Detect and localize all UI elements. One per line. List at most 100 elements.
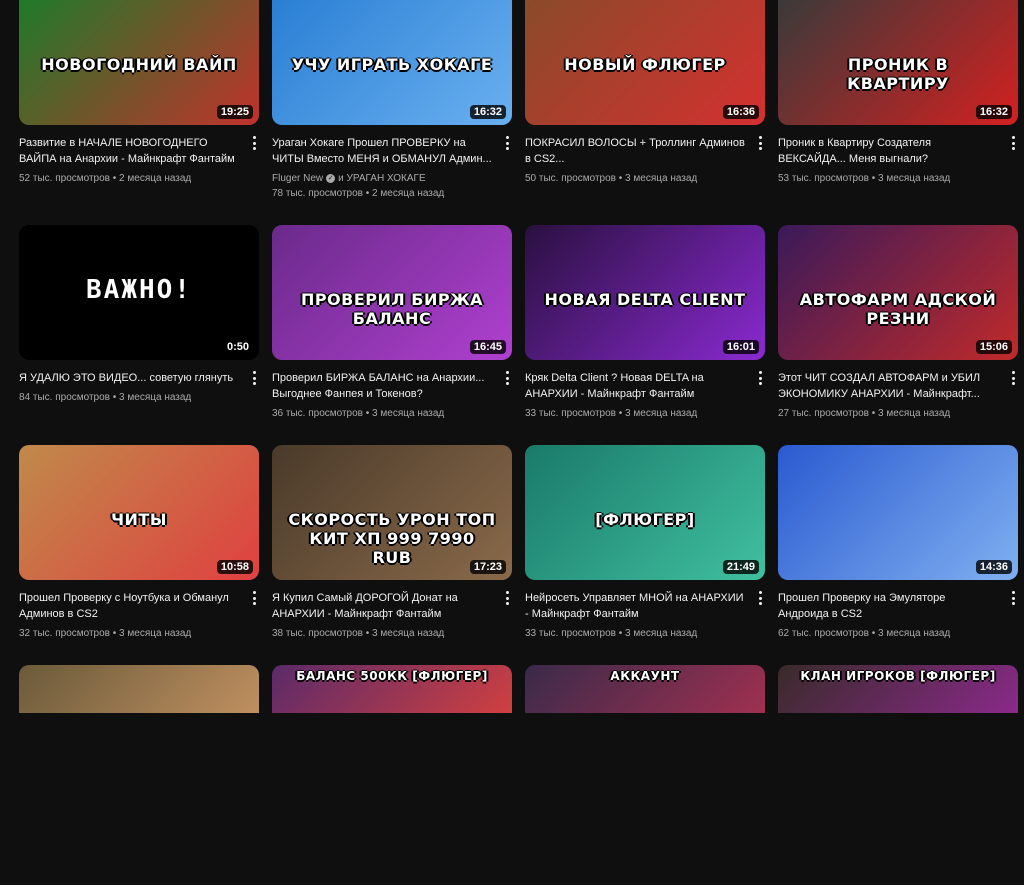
video-card[interactable]: НОВОГОДНИЙ ВАЙП 19:25 Развитие в НАЧАЛЕ НО…	[19, 0, 259, 220]
more-actions-icon[interactable]	[1008, 370, 1018, 386]
video-stats: 52 тыс. просмотров • 2 месяца назад	[19, 173, 192, 184]
video-stats: 62 тыс. просмотров • 3 месяца назад	[778, 628, 951, 639]
video-thumbnail[interactable]: ПРОВЕРИЛ БИРЖА БАЛАНС 16:45	[272, 225, 512, 360]
video-thumbnail[interactable]: УЧУ ИГРАТЬ ХОКАГЕ 16:32	[272, 0, 512, 125]
video-duration: 17:23	[469, 560, 506, 574]
video-card[interactable]: 14:36 Прошел Проверку на Эмуляторе Андрои…	[778, 445, 1018, 665]
thumbnail-overlay-text: ЧИТЫ	[111, 510, 167, 529]
video-card[interactable]: СКОРОСТЬ УРОН ТОП КИТ ХП 999 7990 RUB 17:…	[272, 445, 512, 665]
video-duration: 16:36	[722, 105, 759, 119]
video-stats: 32 тыс. просмотров • 3 месяца назад	[19, 628, 192, 639]
video-card[interactable]: [ФЛЮГЕР] 21:49 Нейросеть Управляет МНОЙ на…	[525, 445, 765, 665]
video-title[interactable]: Развитие в НАЧАЛЕ НОВОГОДНЕГО ВАЙПА на А…	[19, 135, 239, 167]
kebab-dot	[1011, 376, 1015, 380]
video-card[interactable]: ЧИТЫ 10:58 Прошел Проверку с Ноутбука и Об…	[19, 445, 259, 665]
video-duration: 16:32	[975, 105, 1012, 119]
kebab-dot	[505, 371, 509, 374]
video-thumbnail[interactable]: АВТОФАРМ АДСКОЙ РЕЗНИ 15:06	[778, 225, 1018, 360]
video-card[interactable]: КЛАН ИГРОКОВ [ФЛЮГЕР]	[778, 665, 1018, 885]
video-thumbnail[interactable]: АККАУНТ	[525, 665, 765, 713]
video-title[interactable]: Проверил БИРЖА БАЛАНС на Анархии... Выго…	[272, 370, 492, 402]
kebab-dot	[505, 596, 509, 600]
video-title[interactable]: Ураган Хокаге Прошел ПРОВЕРКУ на ЧИТЫ Вм…	[272, 135, 492, 167]
video-thumbnail[interactable]: ВАЖНО! 0:50	[19, 225, 259, 360]
kebab-dot	[505, 136, 509, 139]
kebab-dot	[1011, 141, 1015, 145]
video-card[interactable]: АВТОФАРМ АДСКОЙ РЕЗНИ 15:06 Этот ЧИТ СОЗДА…	[778, 225, 1018, 445]
more-actions-icon[interactable]	[249, 370, 259, 386]
video-card[interactable]: НОВАЯ DELTA CLIENT 16:01 Кряк Delta Client…	[525, 225, 765, 445]
video-card[interactable]: ВАЖНО! 0:50 Я УДАЛЮ ЭТО ВИДЕО... советую г…	[19, 225, 259, 445]
video-title[interactable]: Я УДАЛЮ ЭТО ВИДЕО... советую глянуть	[19, 370, 239, 386]
thumbnail-overlay-text: УЧУ ИГРАТЬ ХОКАГЕ	[291, 55, 493, 74]
video-thumbnail[interactable]: ПРОНИК В КВАРТИРУ 16:32	[778, 0, 1018, 125]
thumbnail-overlay-text: ВАЖНО!	[86, 275, 192, 305]
video-stats: 78 тыс. просмотров • 2 месяца назад	[272, 188, 445, 199]
channel-collab[interactable]: и УРАГАН ХОКАГЕ	[338, 171, 426, 186]
kebab-dot	[758, 371, 762, 374]
video-card[interactable]: НОВЫЙ ФЛЮГЕР 16:36 ПОКРАСИЛ ВОЛОСЫ + Тролл…	[525, 0, 765, 220]
video-meta: Кряк Delta Client ? Новая DELTA на АНАРХ…	[525, 360, 765, 421]
video-card[interactable]: БАЛАНС 500КК [ФЛЮГЕР]	[272, 665, 512, 885]
more-actions-icon[interactable]	[1008, 135, 1018, 151]
video-meta: Прошел Проверку на Эмуляторе Андроида в …	[778, 580, 1018, 641]
kebab-dot	[1011, 371, 1015, 374]
video-title[interactable]: Прошел Проверку с Ноутбука и Обманул Адм…	[19, 590, 239, 622]
video-stats: 27 тыс. просмотров • 3 месяца назад	[778, 408, 951, 419]
more-actions-icon[interactable]	[755, 370, 765, 386]
video-thumbnail[interactable]: [ФЛЮГЕР] 21:49	[525, 445, 765, 580]
video-meta: Нейросеть Управляет МНОЙ на АНАРХИИ - Ма…	[525, 580, 765, 641]
more-actions-icon[interactable]	[502, 590, 512, 606]
kebab-dot	[252, 371, 256, 374]
video-meta: ПОКРАСИЛ ВОЛОСЫ + Троллинг Админов в CS2…	[525, 125, 765, 186]
more-actions-icon[interactable]	[502, 135, 512, 151]
kebab-dot	[758, 602, 762, 605]
thumbnail-overlay-text: НОВЫЙ ФЛЮГЕР	[564, 55, 726, 74]
video-title[interactable]: Прошел Проверку на Эмуляторе Андроида в …	[778, 590, 998, 622]
video-thumbnail[interactable]: 14:36	[778, 445, 1018, 580]
video-meta: Я УДАЛЮ ЭТО ВИДЕО... советую глянуть 84 т…	[19, 360, 259, 405]
video-thumbnail[interactable]	[19, 665, 259, 713]
video-card[interactable]: ПРОНИК В КВАРТИРУ 16:32 Проник в Квартиру …	[778, 0, 1018, 220]
thumbnail-overlay-text: НОВАЯ DELTA CLIENT	[544, 290, 746, 309]
video-thumbnail[interactable]: НОВОГОДНИЙ ВАЙП 19:25	[19, 0, 259, 125]
channel-name[interactable]: Fluger New	[272, 171, 323, 186]
video-thumbnail[interactable]: ЧИТЫ 10:58	[19, 445, 259, 580]
video-title[interactable]: ПОКРАСИЛ ВОЛОСЫ + Троллинг Админов в CS2…	[525, 135, 745, 167]
video-card[interactable]: ПРОВЕРИЛ БИРЖА БАЛАНС 16:45 Проверил БИРЖА…	[272, 225, 512, 445]
video-duration: 21:49	[722, 560, 759, 574]
more-actions-icon[interactable]	[755, 135, 765, 151]
video-thumbnail[interactable]: НОВАЯ DELTA CLIENT 16:01	[525, 225, 765, 360]
kebab-dot	[1011, 602, 1015, 605]
video-thumbnail[interactable]: НОВЫЙ ФЛЮГЕР 16:36	[525, 0, 765, 125]
video-stats: 33 тыс. просмотров • 3 месяца назад	[525, 628, 698, 639]
kebab-dot	[252, 596, 256, 600]
video-title[interactable]: Нейросеть Управляет МНОЙ на АНАРХИИ - Ма…	[525, 590, 745, 622]
channel-line: Fluger New ✓ и УРАГАН ХОКАГЕ	[272, 171, 512, 186]
video-card[interactable]: АККАУНТ	[525, 665, 765, 885]
thumbnail-overlay-text: КЛАН ИГРОКОВ [ФЛЮГЕР]	[800, 669, 996, 683]
more-actions-icon[interactable]	[1008, 590, 1018, 606]
video-stats: 53 тыс. просмотров • 3 месяца назад	[778, 173, 951, 184]
video-title[interactable]: Этот ЧИТ СОЗДАЛ АВТОФАРМ и УБИЛ ЭКОНОМИК…	[778, 370, 998, 402]
kebab-dot	[252, 602, 256, 605]
kebab-dot	[1011, 591, 1015, 594]
thumbnail-overlay-text: НОВОГОДНИЙ ВАЙП	[41, 55, 237, 74]
kebab-dot	[1011, 136, 1015, 139]
video-title[interactable]: Кряк Delta Client ? Новая DELTA на АНАРХ…	[525, 370, 745, 402]
video-card[interactable]: УЧУ ИГРАТЬ ХОКАГЕ 16:32 Ураган Хокаге Прош…	[272, 0, 512, 220]
more-actions-icon[interactable]	[249, 135, 259, 151]
video-title[interactable]: Проник в Квартиру Создателя ВЕКСАЙДА... …	[778, 135, 998, 167]
video-thumbnail[interactable]: СКОРОСТЬ УРОН ТОП КИТ ХП 999 7990 RUB 17:…	[272, 445, 512, 580]
kebab-dot	[1011, 596, 1015, 600]
video-title[interactable]: Я Купил Самый ДОРОГОЙ Донат на АНАРХИИ -…	[272, 590, 492, 622]
more-actions-icon[interactable]	[249, 590, 259, 606]
more-actions-icon[interactable]	[502, 370, 512, 386]
video-meta: Ураган Хокаге Прошел ПРОВЕРКУ на ЧИТЫ Вм…	[272, 125, 512, 201]
more-actions-icon[interactable]	[755, 590, 765, 606]
thumbnail-overlay-text: [ФЛЮГЕР]	[595, 510, 695, 529]
video-stats: 50 тыс. просмотров • 3 месяца назад	[525, 173, 698, 184]
video-thumbnail[interactable]: БАЛАНС 500КК [ФЛЮГЕР]	[272, 665, 512, 713]
video-thumbnail[interactable]: КЛАН ИГРОКОВ [ФЛЮГЕР]	[778, 665, 1018, 713]
video-card[interactable]	[19, 665, 259, 885]
